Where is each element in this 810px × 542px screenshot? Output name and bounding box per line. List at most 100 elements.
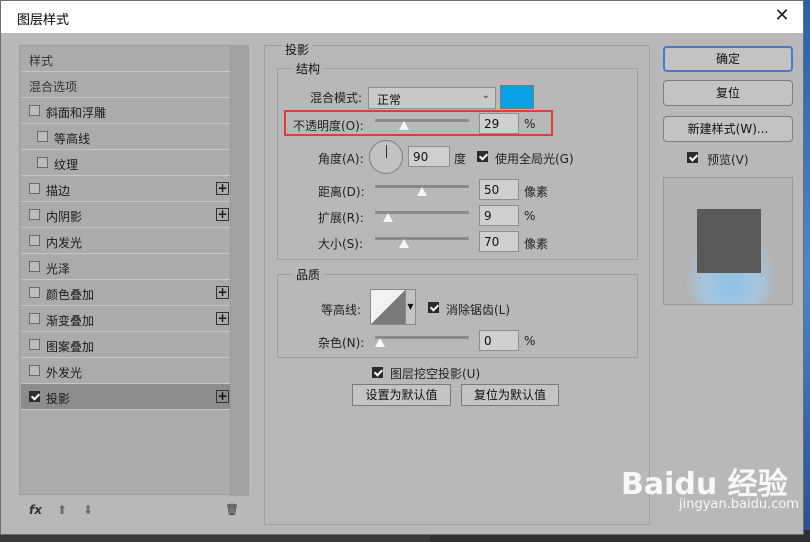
noise-slider[interactable] bbox=[375, 334, 469, 347]
sidebar-item[interactable]: 样式 bbox=[21, 46, 231, 72]
noise-unit: % bbox=[524, 334, 536, 348]
reset-button[interactable]: 复位 bbox=[663, 80, 793, 106]
add-effect-icon[interactable]: + bbox=[216, 208, 229, 221]
slider-thumb[interactable] bbox=[399, 121, 409, 130]
noise-input[interactable]: 0 bbox=[479, 330, 519, 351]
make-default-button[interactable]: 设置为默认值 bbox=[352, 384, 451, 406]
styles-list: 样式混合选项斜面和浮雕等高线纹理描边 + 内阴影 + 内发光 光泽 颜色叠加 + 渐变叠加 + 图案… bbox=[19, 45, 249, 496]
sidebar-item-label: 渐变叠加 bbox=[46, 314, 95, 328]
layer-style-dialog: 图层样式 ✕ 样式 混合选项 斜面和浮雕 等高线 纹理 描边 + 内阴影 + 内发光 光泽 颜色叠加 +… bbox=[0, 0, 804, 535]
sidebar-item-checkbox[interactable] bbox=[29, 391, 40, 402]
reset-default-button[interactable]: 复位为默认值 bbox=[461, 384, 559, 406]
sidebar-item-checkbox[interactable] bbox=[29, 313, 40, 324]
preview-checkbox[interactable] bbox=[687, 152, 698, 163]
sidebar-item-label: 样式 bbox=[29, 54, 54, 68]
angle-dial[interactable] bbox=[369, 140, 403, 174]
distance-unit: 像素 bbox=[524, 185, 549, 199]
spread-input[interactable]: 9 bbox=[479, 205, 519, 226]
sidebar-item-checkbox[interactable] bbox=[29, 235, 40, 246]
new-style-button[interactable]: 新建样式(W)... bbox=[663, 116, 793, 142]
angle-unit: 度 bbox=[454, 152, 467, 166]
shadow-color-swatch[interactable] bbox=[500, 85, 534, 109]
add-effect-icon[interactable]: + bbox=[216, 182, 229, 195]
trash-icon[interactable]: 🗑 bbox=[225, 503, 239, 516]
add-effect-icon[interactable]: + bbox=[216, 390, 229, 403]
chevron-down-icon[interactable]: ▼ bbox=[405, 290, 415, 324]
opacity-slider[interactable] bbox=[375, 117, 469, 130]
sidebar-item[interactable]: 内发光 bbox=[21, 228, 231, 254]
sidebar-item[interactable]: 渐变叠加 + bbox=[21, 306, 231, 332]
sidebar-item[interactable]: 图案叠加 bbox=[21, 332, 231, 358]
size-slider[interactable] bbox=[375, 235, 469, 248]
sidebar-item-label: 图案叠加 bbox=[46, 340, 95, 354]
opacity-unit: % bbox=[524, 117, 536, 131]
spread-unit: % bbox=[524, 209, 536, 223]
knockout-checkbox[interactable] bbox=[372, 367, 383, 378]
sidebar-item-checkbox[interactable] bbox=[29, 287, 40, 298]
blend-mode-value: 正常 bbox=[377, 93, 402, 107]
sidebar-item[interactable]: 光泽 bbox=[21, 254, 231, 280]
angle-input[interactable]: 90 bbox=[408, 146, 450, 167]
sidebar-item-checkbox[interactable] bbox=[29, 105, 40, 116]
preview-label: 预览(V) bbox=[707, 153, 749, 167]
fx-icon[interactable]: fx bbox=[29, 503, 42, 517]
opacity-input[interactable]: 29 bbox=[479, 113, 519, 134]
sidebar-item[interactable]: 投影 + bbox=[21, 384, 231, 410]
watermark-url: jingyan.baidu.com bbox=[679, 497, 799, 512]
sidebar-item-label: 纹理 bbox=[54, 158, 79, 172]
sidebar-item[interactable]: 混合选项 bbox=[21, 72, 231, 98]
styles-list-toolbar: fx ⬆ ⬇ 🗑 bbox=[21, 499, 247, 523]
structure-title: 结构 bbox=[293, 60, 324, 77]
spread-label: 扩展(R): bbox=[318, 211, 364, 225]
linear-contour-icon bbox=[371, 290, 405, 324]
add-effect-icon[interactable]: + bbox=[216, 286, 229, 299]
angle-label: 角度(A): bbox=[318, 152, 364, 166]
opacity-label: 不透明度(O): bbox=[293, 119, 364, 133]
sidebar-item-checkbox[interactable] bbox=[37, 131, 48, 142]
sidebar-item-label: 斜面和浮雕 bbox=[46, 106, 107, 120]
add-effect-icon[interactable]: + bbox=[216, 312, 229, 325]
slider-thumb[interactable] bbox=[375, 338, 385, 347]
size-unit: 像素 bbox=[524, 237, 549, 251]
sidebar-item-checkbox[interactable] bbox=[37, 157, 48, 168]
sidebar-item[interactable]: 纹理 bbox=[21, 150, 231, 176]
antialias-checkbox[interactable] bbox=[428, 302, 439, 313]
distance-input[interactable]: 50 bbox=[479, 179, 519, 200]
slider-thumb[interactable] bbox=[383, 213, 393, 222]
distance-slider[interactable] bbox=[375, 183, 469, 196]
sidebar-item[interactable]: 斜面和浮雕 bbox=[21, 98, 231, 124]
sidebar-item-checkbox[interactable] bbox=[29, 183, 40, 194]
sidebar-item-label: 等高线 bbox=[54, 132, 91, 146]
chevron-down-icon: ⌄ bbox=[481, 90, 490, 101]
slider-thumb[interactable] bbox=[399, 239, 409, 248]
sidebar-item-checkbox[interactable] bbox=[29, 365, 40, 376]
sidebar-item-checkbox[interactable] bbox=[29, 209, 40, 220]
antialias-label: 消除锯齿(L) bbox=[446, 303, 511, 317]
styles-list-scrollbar[interactable] bbox=[230, 46, 248, 496]
global-light-label: 使用全局光(G) bbox=[495, 152, 574, 166]
slider-track bbox=[375, 336, 469, 339]
style-preview bbox=[663, 177, 793, 305]
section-title: 投影 bbox=[282, 41, 313, 58]
sidebar-item[interactable]: 外发光 bbox=[21, 358, 231, 384]
move-up-icon[interactable]: ⬆ bbox=[57, 503, 67, 517]
size-input[interactable]: 70 bbox=[479, 231, 519, 252]
sidebar-item[interactable]: 描边 + bbox=[21, 176, 231, 202]
sidebar-item[interactable]: 颜色叠加 + bbox=[21, 280, 231, 306]
global-light-checkbox[interactable] bbox=[477, 151, 488, 162]
sidebar-item-label: 外发光 bbox=[46, 366, 83, 380]
sidebar-item[interactable]: 等高线 bbox=[21, 124, 231, 150]
move-down-icon[interactable]: ⬇ bbox=[83, 503, 93, 517]
sidebar-item-checkbox[interactable] bbox=[29, 339, 40, 350]
close-icon[interactable]: ✕ bbox=[771, 5, 793, 27]
ok-button[interactable]: 确定 bbox=[663, 46, 793, 72]
sidebar-item[interactable]: 内阴影 + bbox=[21, 202, 231, 228]
sidebar-item-checkbox[interactable] bbox=[29, 261, 40, 272]
contour-label: 等高线: bbox=[321, 303, 362, 317]
slider-thumb[interactable] bbox=[417, 187, 427, 196]
blend-mode-label: 混合模式: bbox=[310, 91, 363, 105]
spread-slider[interactable] bbox=[375, 209, 469, 222]
contour-picker[interactable]: ▼ bbox=[370, 289, 416, 325]
blend-mode-select[interactable]: 正常 ⌄ bbox=[368, 87, 496, 109]
noise-label: 杂色(N): bbox=[318, 336, 365, 350]
